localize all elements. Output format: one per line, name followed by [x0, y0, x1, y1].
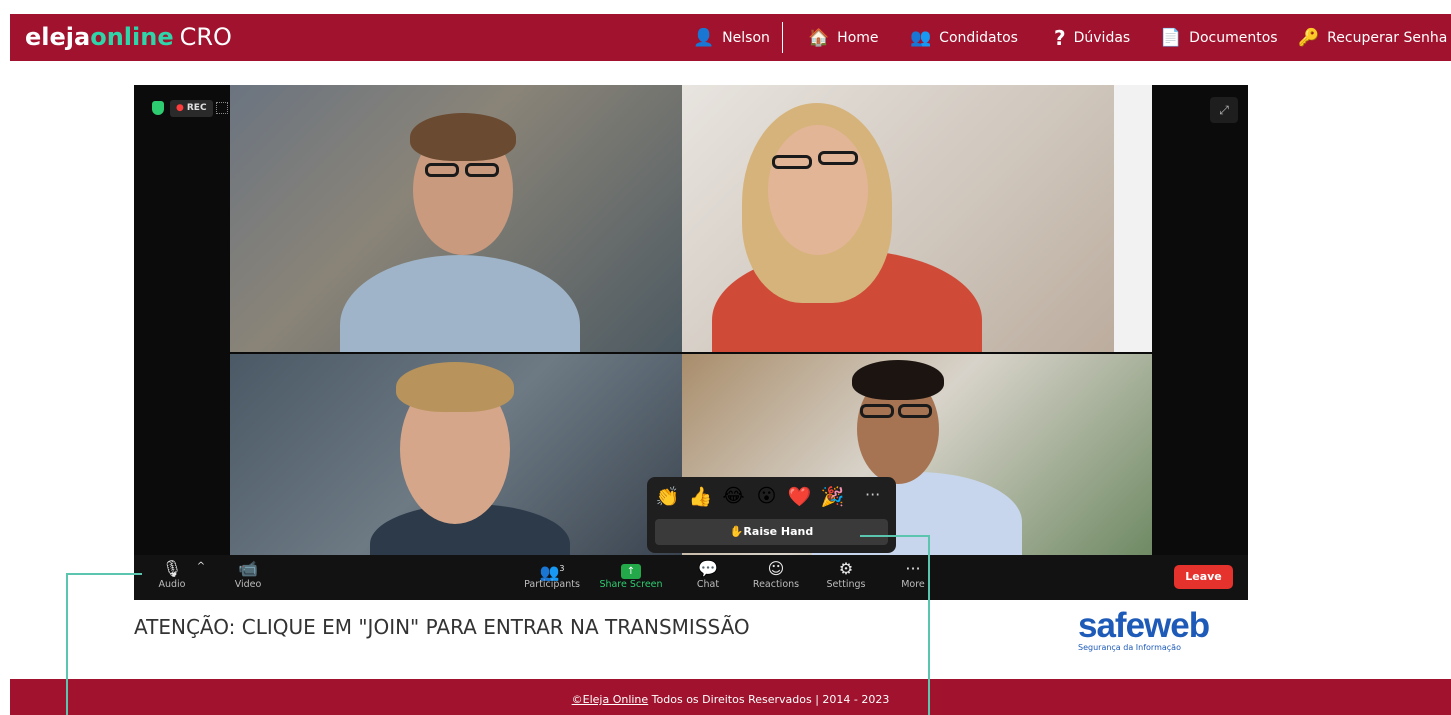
callout-line-raise-hand-horizontal [860, 535, 930, 537]
participant-hair [410, 113, 516, 161]
chat-button[interactable]: 💬 Chat [690, 559, 726, 590]
settings-label: Settings [826, 579, 866, 590]
thumbs-up-emoji-icon[interactable]: 👍 [688, 485, 713, 508]
video-button[interactable]: 📹 Video [228, 559, 268, 590]
leave-button[interactable]: Leave [1174, 565, 1233, 589]
gear-icon: ⚙ [838, 559, 854, 578]
safeweb-tagline: Segurança da Informação [1078, 643, 1181, 652]
raise-hand-button[interactable]: ✋Raise Hand [655, 519, 888, 545]
microphone-icon: 🎙 [161, 559, 183, 578]
chat-bubble-icon: 💬 [698, 559, 718, 578]
laugh-emoji-icon[interactable]: 😂 [721, 485, 746, 508]
gallery-view-icon[interactable] [216, 102, 228, 114]
logo-part-cro: CRO [179, 23, 232, 51]
safeweb-name: safeweb [1078, 606, 1210, 645]
emoji-row: 👏 👍 😂 😮 ❤️ 🎉 [655, 485, 845, 508]
record-dot-icon: ● [176, 103, 184, 113]
footer-link[interactable]: ©Eleja Online [572, 693, 649, 706]
participant-head [768, 125, 868, 255]
fullscreen-icon[interactable]: ⤢ [1210, 97, 1238, 123]
settings-button[interactable]: ⚙ Settings [822, 559, 870, 590]
participant-hair [396, 362, 514, 412]
glasses-right [898, 404, 932, 418]
recording-indicator[interactable]: ● REC [170, 100, 213, 117]
nav-recover-password[interactable]: 🔑 Recuperar Senha [1298, 14, 1447, 61]
ellipsis-icon: ··· [905, 559, 921, 578]
more-button[interactable]: ··· More [896, 559, 930, 590]
question-icon: ? [1054, 25, 1066, 50]
key-icon: 🔑 [1298, 27, 1320, 48]
glasses-right [465, 163, 499, 177]
glasses-left [860, 404, 894, 418]
users-icon: 👥 [910, 27, 932, 48]
participants-button[interactable]: 👥3 Participants [522, 559, 582, 590]
pdf-document-icon: 📄 [1160, 27, 1182, 48]
chevron-up-icon: ^ [196, 561, 206, 572]
footer-text: Todos os Direitos Reservados | 2014 - 20… [648, 693, 890, 706]
safeweb-logo: safeweb Segurança da Informação [1078, 606, 1250, 658]
nav-candidates-label: Condidatos [939, 29, 1018, 46]
meeting-window: ● REC ⤢ 👏 👍 😂 😮 ❤️ 🎉 ··· ✋Raise Hand 🎙 Au… [134, 85, 1248, 600]
surprised-emoji-icon[interactable]: 😮 [754, 485, 779, 508]
logo[interactable]: elejaonline CRO [25, 22, 232, 52]
audio-options-button[interactable]: ^ [194, 557, 208, 577]
footer: ©Eleja Online Todos os Direitos Reservad… [10, 679, 1451, 715]
logo-part-eleja: eleja [25, 23, 91, 51]
top-bar: elejaonline CRO 👤 Nelson 🏠 Home 👥 Condida… [10, 14, 1451, 61]
participant-count: 3 [559, 564, 565, 573]
nav-user-label: Nelson [722, 29, 770, 46]
participant-body [340, 255, 580, 352]
nav-help-label: Dúvidas [1073, 29, 1131, 46]
heart-emoji-icon[interactable]: ❤️ [787, 485, 812, 508]
callout-line-audio-vertical [66, 573, 68, 715]
reactions-popup: 👏 👍 😂 😮 ❤️ 🎉 ··· ✋Raise Hand [647, 477, 896, 553]
party-emoji-icon[interactable]: 🎉 [820, 485, 845, 508]
nav-recover-label: Recuperar Senha [1327, 29, 1448, 46]
glasses-left [772, 155, 812, 169]
join-notice: ATENÇÃO: CLIQUE EM "JOIN" PARA ENTRAR NA… [134, 615, 750, 639]
audio-button[interactable]: 🎙 Audio [156, 559, 188, 590]
meeting-toolbar: 🎙 Audio ^ 📹 Video 👥3 Participants ↑ Shar… [134, 555, 1248, 600]
callout-line-raise-hand-vertical [928, 535, 930, 715]
home-icon: 🏠 [808, 27, 830, 48]
nav-documents[interactable]: 📄 Documentos [1160, 14, 1278, 61]
callout-line-audio-horizontal [66, 573, 142, 575]
share-screen-icon: ↑ [621, 564, 641, 579]
audio-label: Audio [158, 579, 186, 590]
glasses-left [425, 163, 459, 177]
glasses-right [818, 151, 858, 165]
nav-candidates[interactable]: 👥 Condidatos [910, 14, 1018, 61]
page: elejaonline CRO 👤 Nelson 🏠 Home 👥 Condida… [0, 0, 1451, 715]
more-reactions-icon[interactable]: ··· [865, 485, 880, 504]
clap-emoji-icon[interactable]: 👏 [655, 485, 680, 508]
nav-documents-label: Documentos [1189, 29, 1278, 46]
camera-warning-icon: 📹 [238, 559, 258, 578]
video-tile-participant-1 [230, 85, 682, 352]
video-tile-participant-2 [682, 85, 1152, 352]
reactions-button[interactable]: ☺ Reactions [748, 559, 804, 590]
nav-help[interactable]: ? Dúvidas [1054, 14, 1130, 61]
logo-part-online: online [90, 23, 174, 51]
nav-home-label: Home [837, 29, 879, 46]
background-wall [1114, 85, 1152, 352]
reactions-label: Reactions [752, 579, 800, 590]
participants-label: Participants [524, 579, 580, 590]
nav-user[interactable]: 👤 Nelson [693, 14, 770, 61]
nav-divider [782, 22, 783, 53]
video-tile-participant-3 [230, 354, 682, 555]
share-screen-label: Share Screen [599, 579, 663, 590]
encryption-shield-icon[interactable] [152, 101, 164, 115]
video-label: Video [234, 579, 262, 590]
nav-home[interactable]: 🏠 Home [808, 14, 879, 61]
rec-label: REC [186, 103, 207, 113]
participants-icon: 👥3 [539, 562, 565, 582]
more-label: More [901, 579, 925, 590]
share-screen-button[interactable]: ↑ Share Screen [596, 559, 666, 590]
smiley-plus-icon: ☺ [767, 559, 785, 578]
participant-hair [852, 360, 944, 400]
user-icon: 👤 [693, 27, 715, 48]
chat-label: Chat [696, 579, 720, 590]
